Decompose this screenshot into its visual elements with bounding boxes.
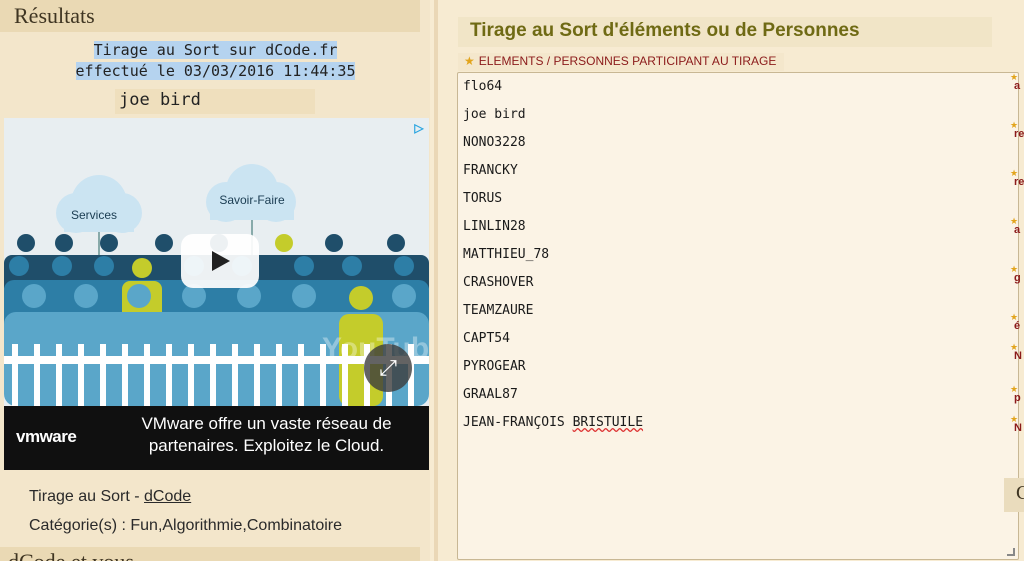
ad-text: VMware offre un vaste réseau de partenai… <box>141 414 392 455</box>
sidebar-link-fragment[interactable]: re <box>1014 128 1024 140</box>
results-winner: joe bird <box>115 89 315 114</box>
results-line-1: Tirage au Sort sur dCode.fr <box>93 41 338 59</box>
entry-line: PYROGEAR <box>463 359 526 374</box>
entry-text: JEAN-FRANÇOIS BRISTUILE <box>463 415 644 430</box>
participants-textarea[interactable]: flo64 joe bird NONO3228 FRANCKY TORUS LI… <box>457 72 1019 560</box>
vmware-logo: vmware <box>16 427 77 446</box>
field-label-text: ELEMENTS / PERSONNES PARTICIPANT AU TIRA… <box>478 54 777 68</box>
entry-line: CAPT54 <box>463 331 510 346</box>
sidebar-link-fragment[interactable]: a <box>1014 80 1020 92</box>
dcode-section-header: dCode et vous <box>0 547 420 561</box>
entry-line: NONO3228 <box>463 135 526 150</box>
svg-text:Services: Services <box>71 208 117 222</box>
dcode-section-title: dCode et vous <box>8 549 134 561</box>
fullscreen-icon[interactable]: ⤢ <box>364 344 412 392</box>
column-divider <box>434 0 438 561</box>
sidebar-link-fragment[interactable]: p <box>1014 392 1021 404</box>
svg-text:Savoir-Faire: Savoir-Faire <box>219 193 285 207</box>
sidebar-link-fragment[interactable]: re <box>1014 176 1024 188</box>
entry-line: LINLIN28 <box>463 219 526 234</box>
results-line-2: effectué le 03/03/2016 11:44:35 <box>75 62 356 80</box>
info-title: Tirage au Sort - dCode <box>29 488 191 506</box>
right-panel-header: C <box>1004 478 1024 512</box>
dcode-link[interactable]: dCode <box>144 488 191 505</box>
right-sidebar-fragment: ★ a ★ re ★ re ★ a ★ g ★ é ★ N ★ p ★ N <box>1010 70 1024 450</box>
play-button[interactable] <box>181 234 259 288</box>
ad-caption-bar[interactable]: vmware VMware offre un vaste réseau de p… <box>4 406 429 470</box>
info-prefix: Tirage au Sort - <box>29 488 145 505</box>
sidebar-link-fragment[interactable]: N <box>1014 422 1022 434</box>
sidebar-link-fragment[interactable]: N <box>1014 350 1022 362</box>
field-label: ★ ELEMENTS / PERSONNES PARTICIPANT AU TIR… <box>458 53 785 71</box>
entry-line: CRASHOVER <box>463 275 534 290</box>
star-icon: ★ <box>464 54 475 68</box>
entry-line: FRANCKY <box>463 163 518 178</box>
info-categories: Catégorie(s) : Fun,Algorithmie,Combinato… <box>29 517 343 534</box>
main-title-bar: Tirage au Sort d'éléments ou de Personne… <box>458 17 992 47</box>
adchoices-icon[interactable]: ▷ <box>411 120 427 136</box>
sidebar-link-fragment[interactable]: a <box>1014 224 1020 236</box>
sidebar-link-fragment[interactable]: é <box>1014 320 1020 332</box>
entry-line: MATTHIEU_78 <box>463 247 550 262</box>
entry-line: joe bird <box>463 107 526 122</box>
resize-handle-icon[interactable] <box>1007 548 1015 556</box>
entry-line: flo64 <box>463 79 503 94</box>
results-title: Résultats <box>14 3 95 28</box>
entry-line: GRAAL87 <box>463 387 518 402</box>
entry-line: TEAMZAURE <box>463 303 534 318</box>
entry-line: TORUS <box>463 191 503 206</box>
page-title: Tirage au Sort d'éléments ou de Personne… <box>470 20 860 41</box>
sidebar-link-fragment[interactable]: g <box>1014 272 1021 284</box>
results-panel: Résultats Tirage au Sort sur dCode.fr ef… <box>0 0 430 561</box>
results-header: Résultats <box>0 0 420 32</box>
video-ad[interactable]: Services Savoir-Faire ▷ ⤢ vmware VMware … <box>4 118 429 470</box>
entry-line: JEAN-FRANÇOIS BRISTUILE <box>458 409 1018 437</box>
results-box[interactable]: Tirage au Sort sur dCode.fr effectué le … <box>12 40 419 82</box>
